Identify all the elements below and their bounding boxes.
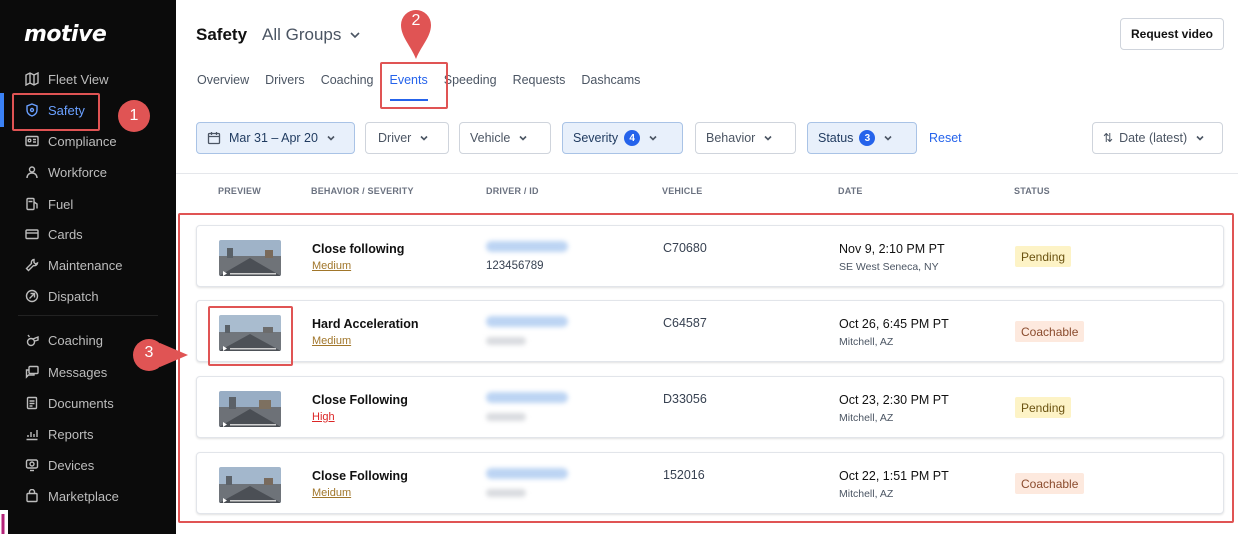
sidebar-item-label: Fuel — [48, 196, 74, 212]
credit-card-icon — [24, 226, 40, 242]
sidebar-item-label: Compliance — [48, 133, 117, 149]
vehicle-filter[interactable]: Vehicle — [459, 122, 551, 154]
sidebar-item-marketplace[interactable]: Marketplace — [24, 484, 119, 508]
sidebar-item-label: Reports — [48, 426, 94, 442]
column-header-preview: PREVIEW — [218, 186, 261, 196]
sort-label: Date (latest) — [1119, 131, 1188, 145]
tab-overview[interactable]: Overview — [197, 73, 249, 87]
behavior-filter[interactable]: Behavior — [695, 122, 796, 154]
annotation-highlight-events — [380, 62, 448, 109]
request-video-button[interactable]: Request video — [1120, 18, 1224, 50]
sidebar-item-label: Maintenance — [48, 257, 123, 273]
sidebar-item-workforce[interactable]: Workforce — [24, 160, 107, 184]
sidebar-item-label: Fleet View — [48, 71, 109, 87]
sidebar-item-reports[interactable]: Reports — [24, 422, 94, 446]
bag-icon — [24, 488, 40, 504]
sidebar-item-devices[interactable]: Devices — [24, 453, 94, 477]
annotation-marker-2: 2 — [411, 12, 421, 29]
column-header-status: STATUS — [1014, 186, 1050, 196]
active-indicator — [0, 93, 4, 127]
driver-filter[interactable]: Driver — [365, 122, 449, 154]
document-icon — [24, 395, 40, 411]
motive-logo[interactable]: motive — [24, 22, 107, 47]
map-icon — [24, 71, 40, 87]
sidebar-item-label: Messages — [48, 364, 108, 380]
column-header-date: DATE — [838, 186, 863, 196]
sidebar-divider — [18, 315, 158, 316]
chevron-down-icon — [327, 135, 335, 141]
vehicle-filter-label: Vehicle — [470, 131, 511, 145]
sidebar-item-cards[interactable]: Cards — [24, 222, 83, 246]
tab-drivers[interactable]: Drivers — [265, 73, 305, 87]
severity-filter-label: Severity — [573, 131, 619, 145]
tab-speeding[interactable]: Speeding — [444, 73, 497, 87]
sort-icon: ⇅ — [1103, 131, 1114, 145]
date-range-filter[interactable]: Mar 31 – Apr 20 — [196, 122, 355, 154]
whistle-icon — [24, 332, 40, 348]
severity-filter[interactable]: Severity 4 — [562, 122, 683, 154]
sidebar-item-label: Devices — [48, 457, 95, 473]
chevron-down-icon — [519, 135, 527, 141]
sidebar-item-documents[interactable]: Documents — [24, 391, 114, 415]
calendar-icon — [207, 132, 221, 145]
annotation-marker-3: 3 — [144, 344, 154, 361]
sidebar-item-label: Workforce — [48, 164, 107, 180]
sidebar-item-messages[interactable]: Messages — [24, 360, 107, 384]
fuel-pump-icon — [24, 196, 40, 212]
status-count-badge: 3 — [859, 130, 876, 146]
group-select[interactable]: All Groups — [262, 25, 361, 45]
chat-icon — [24, 364, 40, 380]
filter-divider — [176, 173, 1238, 174]
annotation-marker-1: 1 — [118, 100, 150, 132]
sidebar-item-label: Coaching — [48, 332, 103, 348]
sort-dropdown[interactable]: ⇅ Date (latest) — [1092, 122, 1223, 154]
annotation-highlight-events-list — [178, 213, 1234, 523]
annotation-highlight-thumbnail — [208, 306, 293, 366]
sidebar-item-label: Documents — [48, 395, 114, 411]
chevron-down-icon — [764, 135, 772, 141]
sidebar-item-dispatch[interactable]: Dispatch — [24, 284, 99, 308]
sidebar-item-label: Dispatch — [48, 288, 99, 304]
chevron-down-icon — [649, 135, 657, 141]
group-select-value: All Groups — [262, 25, 342, 44]
chevron-down-icon — [1196, 135, 1204, 141]
id-card-icon — [24, 133, 40, 149]
chevron-down-icon — [420, 135, 428, 141]
decorative-mark — [0, 510, 8, 534]
page-title: Safety — [196, 25, 248, 44]
sidebar-item-fuel[interactable]: Fuel — [24, 192, 73, 216]
dispatch-icon — [24, 288, 40, 304]
sidebar-item-maintenance[interactable]: Maintenance — [24, 253, 122, 277]
behavior-filter-label: Behavior — [706, 131, 756, 145]
device-icon — [24, 457, 40, 473]
severity-count-badge: 4 — [624, 130, 641, 146]
driver-filter-label: Driver — [378, 131, 412, 145]
status-filter-label: Status — [818, 131, 854, 145]
column-header-vehicle: VEHICLE — [662, 186, 703, 196]
sidebar-item-coaching[interactable]: Coaching — [24, 328, 103, 352]
status-filter[interactable]: Status 3 — [807, 122, 917, 154]
chevron-down-icon — [350, 32, 360, 39]
chevron-down-icon — [884, 135, 893, 141]
column-header-behavior: BEHAVIOR / SEVERITY — [311, 186, 414, 196]
sidebar-item-label: Cards — [48, 226, 83, 242]
tab-dashcams[interactable]: Dashcams — [581, 73, 640, 87]
sidebar-item-fleet-view[interactable]: Fleet View — [24, 67, 108, 91]
sidebar: motive Fleet View Safety Compliance Work… — [0, 0, 176, 534]
date-range-label: Mar 31 – Apr 20 — [229, 131, 318, 145]
reset-filters-link[interactable]: Reset — [929, 131, 962, 145]
tab-coaching[interactable]: Coaching — [321, 73, 374, 87]
chart-icon — [24, 426, 40, 442]
column-header-driver: DRIVER / ID — [486, 186, 539, 196]
sidebar-item-compliance[interactable]: Compliance — [24, 129, 117, 153]
sidebar-item-label: Marketplace — [48, 488, 119, 504]
person-icon — [24, 164, 40, 180]
wrench-icon — [24, 257, 40, 273]
annotation-highlight-safety — [12, 93, 100, 131]
tab-requests[interactable]: Requests — [513, 73, 566, 87]
